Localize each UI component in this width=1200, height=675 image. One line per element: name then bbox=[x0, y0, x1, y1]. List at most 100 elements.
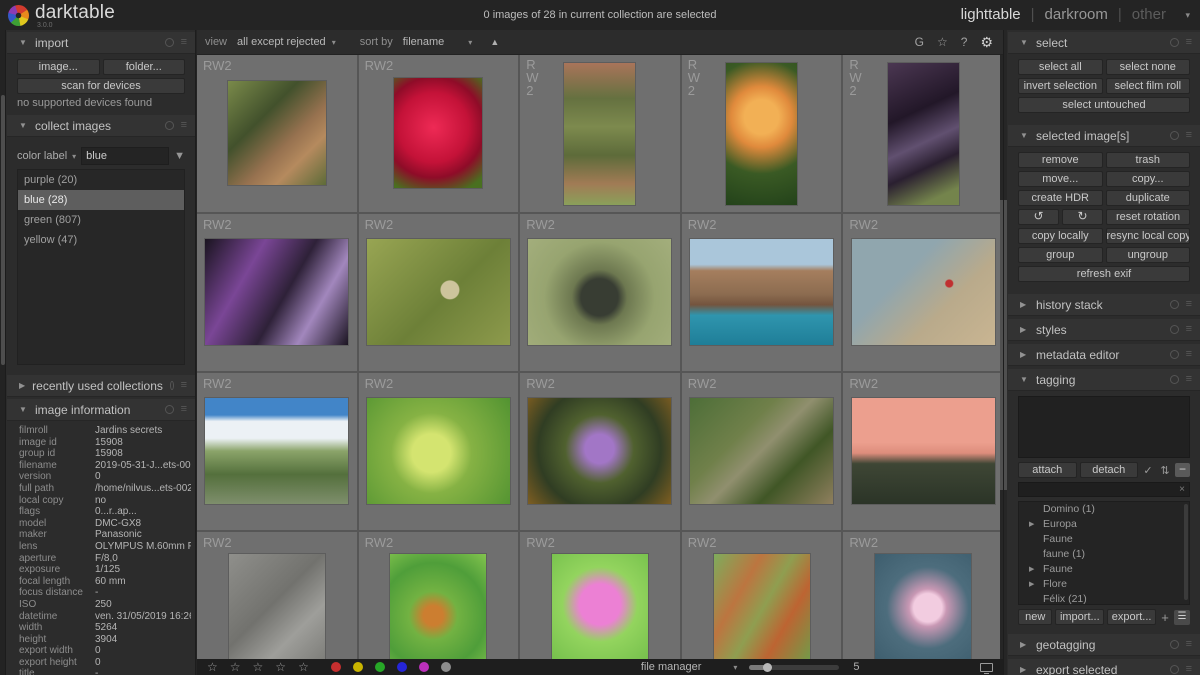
view-darkroom[interactable]: darkroom bbox=[1045, 6, 1108, 23]
list-item[interactable]: yellow (47) bbox=[18, 230, 184, 250]
panel-header-recent-collections[interactable]: ▶ recently used collections ≡ bbox=[7, 375, 195, 397]
gear-icon[interactable]: ⚙ bbox=[980, 34, 993, 51]
collect-rule-attribute[interactable]: color label bbox=[17, 150, 67, 162]
move-button[interactable]: move... bbox=[1018, 171, 1103, 187]
panel-header-collect-images[interactable]: ▼ collect images ≡ bbox=[7, 115, 195, 137]
tag-item[interactable]: Domino (1) bbox=[1019, 502, 1189, 517]
collapsed-arrow-icon[interactable]: ▶ bbox=[1020, 300, 1029, 309]
collapsed-arrow-icon[interactable]: ▶ bbox=[1020, 640, 1029, 649]
panel-header-image-information[interactable]: ▼ image information ≡ bbox=[7, 399, 195, 421]
tree-expand-icon[interactable]: ▶ bbox=[1029, 517, 1034, 532]
thumbnail-cell[interactable]: RW2 bbox=[197, 373, 357, 530]
thumbnail-cell[interactable]: RW2 bbox=[197, 214, 357, 371]
duplicate-button[interactable]: duplicate bbox=[1106, 190, 1191, 206]
reset-icon[interactable] bbox=[1170, 300, 1179, 309]
expand-arrow-icon[interactable]: ▼ bbox=[1020, 375, 1029, 384]
thumbnail-cell[interactable]: RW2 bbox=[520, 55, 680, 212]
select-none-button[interactable]: select none bbox=[1106, 59, 1191, 75]
panel-header-selected-images[interactable]: ▼ selected image[s] ≡ bbox=[1008, 125, 1200, 147]
remove-button[interactable]: remove bbox=[1018, 152, 1103, 168]
tag-item[interactable]: Félix (21) bbox=[1019, 592, 1189, 605]
thumbnail-cell[interactable]: RW2 bbox=[520, 532, 680, 659]
tag-item[interactable]: ▶Faune bbox=[1019, 562, 1189, 577]
copy-button[interactable]: copy... bbox=[1106, 171, 1191, 187]
reset-icon[interactable] bbox=[1170, 640, 1179, 649]
panel-header-import[interactable]: ▼ import ≡ bbox=[7, 32, 195, 54]
scan-for-devices-button[interactable]: scan for devices bbox=[17, 78, 185, 94]
display-profile-icon[interactable] bbox=[980, 663, 993, 672]
star-icon[interactable]: ☆ bbox=[298, 661, 309, 673]
chevron-down-icon[interactable]: ▾ bbox=[72, 152, 76, 161]
star-icon[interactable]: ☆ bbox=[275, 661, 286, 673]
scrollbar-handle[interactable] bbox=[1004, 200, 1007, 490]
tag-item[interactable]: ▶Europa bbox=[1019, 517, 1189, 532]
check-icon[interactable]: ✓ bbox=[1141, 464, 1155, 477]
select-film-roll-button[interactable]: select film roll bbox=[1106, 78, 1191, 94]
color-label-yellow[interactable] bbox=[353, 662, 363, 672]
collapsed-arrow-icon[interactable]: ▶ bbox=[1020, 325, 1029, 334]
tree-view-toggle-icon[interactable]: ☰ bbox=[1174, 610, 1190, 625]
tag-list-scrollbar[interactable] bbox=[1184, 504, 1188, 600]
panel-header-styles[interactable]: ▶ styles ≡ bbox=[1008, 319, 1200, 341]
scrollbar-handle[interactable] bbox=[1, 95, 5, 365]
color-label-purple[interactable] bbox=[419, 662, 429, 672]
tree-expand-icon[interactable]: ▶ bbox=[1029, 577, 1034, 592]
presets-menu-icon[interactable]: ≡ bbox=[1186, 37, 1192, 48]
collapsed-arrow-icon[interactable]: ▶ bbox=[19, 381, 25, 390]
export-tags-button[interactable]: export... bbox=[1107, 609, 1156, 625]
collect-rule-input[interactable] bbox=[81, 147, 169, 165]
group-button[interactable]: group bbox=[1018, 247, 1103, 263]
overlays-star-icon[interactable]: ☆ bbox=[937, 35, 948, 49]
select-untouched-button[interactable]: select untouched bbox=[1018, 97, 1190, 113]
color-label-gray[interactable] bbox=[441, 662, 451, 672]
chevron-down-icon[interactable]: ▾ bbox=[1185, 10, 1190, 21]
left-panel-scrollbar[interactable] bbox=[0, 30, 6, 675]
detach-tag-button[interactable]: detach bbox=[1080, 462, 1139, 478]
thumbnail-cell[interactable]: RW2 bbox=[682, 214, 842, 371]
close-icon[interactable]: × bbox=[1179, 484, 1189, 495]
presets-menu-icon[interactable]: ≡ bbox=[181, 37, 187, 48]
sort-dropdown[interactable]: filename bbox=[403, 36, 445, 48]
thumbnail-cell[interactable]: RW2 bbox=[359, 55, 519, 212]
thumbnail-cell[interactable]: RW2 bbox=[359, 373, 519, 530]
collapsed-arrow-icon[interactable]: ▶ bbox=[1020, 350, 1029, 359]
chevron-down-icon[interactable]: ▾ bbox=[733, 663, 737, 672]
tag-item[interactable]: faune (1) bbox=[1019, 547, 1189, 562]
tag-search-input[interactable] bbox=[1019, 484, 1179, 495]
reset-rotation-button[interactable]: reset rotation bbox=[1106, 209, 1190, 225]
panel-header-export-selected[interactable]: ▶ export selected ≡ bbox=[1008, 659, 1200, 675]
tree-expand-icon[interactable]: ▶ bbox=[1029, 562, 1034, 577]
presets-menu-icon[interactable]: ≡ bbox=[1186, 130, 1192, 141]
list-item-selected[interactable]: blue (28) bbox=[18, 190, 184, 210]
panel-header-select[interactable]: ▼ select ≡ bbox=[1008, 32, 1200, 54]
grouping-icon[interactable]: G bbox=[915, 35, 924, 49]
thumbnail-cell[interactable]: RW2 bbox=[682, 532, 842, 659]
reset-icon[interactable] bbox=[165, 38, 174, 47]
reset-icon[interactable] bbox=[1170, 350, 1179, 359]
chevron-down-icon[interactable]: ▼ bbox=[174, 150, 185, 162]
presets-menu-icon[interactable]: ≡ bbox=[1186, 349, 1192, 360]
refresh-exif-button[interactable]: refresh exif bbox=[1018, 266, 1190, 282]
filter-dropdown[interactable]: all except rejected bbox=[237, 36, 326, 48]
reset-icon[interactable] bbox=[1170, 325, 1179, 334]
slider-handle[interactable] bbox=[763, 663, 772, 672]
presets-menu-icon[interactable]: ≡ bbox=[181, 120, 187, 131]
sort-icon[interactable]: ⇅ bbox=[1158, 464, 1172, 477]
presets-menu-icon[interactable]: ≡ bbox=[1186, 299, 1192, 310]
list-item[interactable]: purple (20) bbox=[18, 170, 184, 190]
invert-selection-button[interactable]: invert selection bbox=[1018, 78, 1103, 94]
reset-icon[interactable] bbox=[1170, 38, 1179, 47]
trash-button[interactable]: trash bbox=[1106, 152, 1191, 168]
import-image-button[interactable]: image... bbox=[17, 59, 100, 75]
star-icon[interactable]: ☆ bbox=[230, 661, 241, 673]
presets-menu-icon[interactable]: ≡ bbox=[1186, 374, 1192, 385]
rotate-cw-icon[interactable]: ↻ bbox=[1062, 209, 1103, 225]
expand-arrow-icon[interactable]: ▼ bbox=[19, 38, 28, 47]
panel-header-tagging[interactable]: ▼ tagging ≡ bbox=[1008, 369, 1200, 391]
presets-menu-icon[interactable]: ≡ bbox=[1186, 324, 1192, 335]
panel-header-geotagging[interactable]: ▶ geotagging ≡ bbox=[1008, 634, 1200, 656]
chevron-down-icon[interactable]: ▾ bbox=[468, 38, 472, 47]
panel-header-metadata-editor[interactable]: ▶ metadata editor ≡ bbox=[1008, 344, 1200, 366]
presets-menu-icon[interactable]: ≡ bbox=[181, 380, 187, 391]
ungroup-button[interactable]: ungroup bbox=[1106, 247, 1191, 263]
